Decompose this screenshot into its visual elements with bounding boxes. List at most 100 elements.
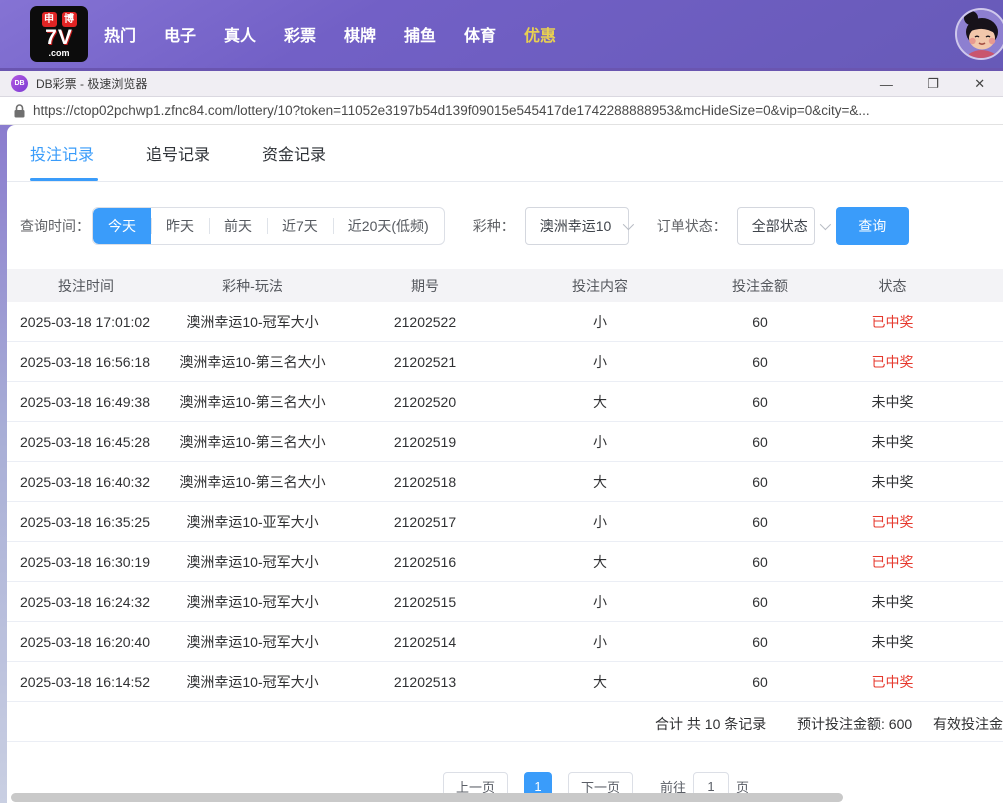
header-issue: 期号 xyxy=(411,277,439,294)
tab-chase-records[interactable]: 追号记录 xyxy=(146,141,210,165)
cell-game-play: 澳洲幸运10-冠军大小 xyxy=(186,673,319,690)
time-filter-label: 查询时间： xyxy=(20,218,90,234)
table-row: 2025-03-18 16:14:52 澳洲幸运10-冠军大小 21202513… xyxy=(7,662,1003,702)
bet-records-table: 投注时间 彩种-玩法 期号 投注内容 投注金额 状态 2025-03-18 17… xyxy=(7,269,1003,742)
nav-item-lottery[interactable]: 彩票 xyxy=(284,22,316,46)
cell-bet-content: 小 xyxy=(593,593,607,610)
summary-valid-amount: 有效投注金 xyxy=(933,716,1003,732)
cell-status: 未中奖 xyxy=(871,593,914,610)
table-row: 2025-03-18 16:30:19 澳洲幸运10-冠军大小 21202516… xyxy=(7,542,1003,582)
nav-item-fishing[interactable]: 捕鱼 xyxy=(404,22,436,46)
cell-game-play: 澳洲幸运10-第三名大小 xyxy=(179,473,326,490)
close-button[interactable]: ✕ xyxy=(965,76,995,92)
maximize-button[interactable]: ❐ xyxy=(918,76,948,92)
tab-bet-records[interactable]: 投注记录 xyxy=(30,141,94,165)
cell-game-play: 澳洲幸运10-第三名大小 xyxy=(179,353,326,370)
logo-suffix-text: .com xyxy=(48,48,70,58)
cell-bet-amount: 60 xyxy=(752,393,768,410)
cell-status: 未中奖 xyxy=(871,433,914,450)
nav-item-hot[interactable]: 热门 xyxy=(104,22,136,46)
status-select[interactable]: 全部状态 xyxy=(736,207,831,245)
cell-bet-content: 小 xyxy=(593,513,607,530)
cell-bet-content: 小 xyxy=(593,353,607,370)
table-row: 2025-03-18 16:24:32 澳洲幸运10-冠军大小 21202515… xyxy=(7,582,1003,622)
table-row: 2025-03-18 16:35:25 澳洲幸运10-亚军大小 21202517… xyxy=(7,502,1003,542)
cell-bet-amount: 60 xyxy=(752,593,768,610)
header-game-play: 彩种-玩法 xyxy=(222,277,283,294)
logo-badge-bo: 博 xyxy=(61,12,77,27)
cell-bet-time: 2025-03-18 17:01:02 xyxy=(20,313,150,330)
search-button[interactable]: 查询 xyxy=(835,207,909,245)
time-option-today[interactable]: 今天 xyxy=(93,208,151,244)
cell-status: 未中奖 xyxy=(871,473,914,490)
cell-bet-time: 2025-03-18 16:56:18 xyxy=(20,353,150,370)
header-bet-content: 投注内容 xyxy=(572,277,628,294)
avatar-illustration xyxy=(957,10,1003,58)
cell-bet-time: 2025-03-18 16:30:19 xyxy=(20,553,150,570)
logo-badges: 申 博 xyxy=(41,12,77,27)
active-tab-underline xyxy=(30,178,98,181)
nav-item-promo[interactable]: 优惠 xyxy=(524,22,556,46)
cell-bet-amount: 60 xyxy=(752,353,768,370)
cell-bet-time: 2025-03-18 16:40:32 xyxy=(20,473,150,490)
cell-status: 已中奖 xyxy=(871,313,914,330)
cell-game-play: 澳洲幸运10-冠军大小 xyxy=(186,313,319,330)
chevron-down-icon xyxy=(623,218,635,231)
header-status: 状态 xyxy=(878,277,907,294)
url-text[interactable]: https://ctop02pchwp1.zfnc84.com/lottery/… xyxy=(33,103,870,118)
cell-bet-time: 2025-03-18 16:45:28 xyxy=(20,433,150,450)
url-bar[interactable]: https://ctop02pchwp1.zfnc84.com/lottery/… xyxy=(0,97,1003,125)
cell-status: 已中奖 xyxy=(871,553,914,570)
header-bet-amount: 投注金额 xyxy=(732,277,788,294)
cell-status: 未中奖 xyxy=(871,633,914,650)
lottery-select[interactable]: 澳洲幸运10 xyxy=(524,207,635,245)
summary-expected-amount: 预计投注金额: 600 xyxy=(797,716,913,732)
cell-issue: 21202515 xyxy=(393,593,457,610)
favicon-db-icon: DB xyxy=(11,75,28,92)
cell-bet-time: 2025-03-18 16:20:40 xyxy=(20,633,150,650)
tab-fund-records[interactable]: 资金记录 xyxy=(262,141,326,165)
chevron-down-icon xyxy=(819,218,831,231)
records-panel: 投注记录 追号记录 资金记录 查询时间： 今天 昨天 前天 近7天 近20天(低… xyxy=(7,125,1003,803)
table-row: 2025-03-18 16:45:28 澳洲幸运10-第三名大小 2120251… xyxy=(7,422,1003,462)
horizontal-scrollbar[interactable] xyxy=(11,793,843,802)
nav-item-sports[interactable]: 体育 xyxy=(464,22,496,46)
cell-game-play: 澳洲幸运10-冠军大小 xyxy=(186,553,319,570)
cell-bet-amount: 60 xyxy=(752,433,768,450)
cell-status: 已中奖 xyxy=(871,673,914,690)
cell-bet-time: 2025-03-18 16:14:52 xyxy=(20,673,150,690)
cell-game-play: 澳洲幸运10-冠军大小 xyxy=(186,633,319,650)
cell-game-play: 澳洲幸运10-冠军大小 xyxy=(186,593,319,610)
time-option-7days[interactable]: 近7天 xyxy=(267,208,333,244)
user-avatar[interactable] xyxy=(955,8,1003,60)
record-tabs: 投注记录 追号记录 资金记录 xyxy=(7,125,1003,182)
site-nav-items: 热门 电子 真人 彩票 棋牌 捕鱼 体育 优惠 xyxy=(104,22,556,46)
nav-item-live[interactable]: 真人 xyxy=(224,22,256,46)
time-option-yesterday[interactable]: 昨天 xyxy=(151,208,209,244)
window-controls: — ❐ ✕ xyxy=(863,71,1003,97)
cell-bet-content: 大 xyxy=(593,553,607,570)
nav-item-electronic[interactable]: 电子 xyxy=(164,22,196,46)
cell-bet-amount: 60 xyxy=(752,473,768,490)
cell-issue: 21202517 xyxy=(393,513,457,530)
cell-game-play: 澳洲幸运10-亚军大小 xyxy=(186,513,319,530)
cell-bet-content: 大 xyxy=(593,473,607,490)
page-background: 投注记录 追号记录 资金记录 查询时间： 今天 昨天 前天 近7天 近20天(低… xyxy=(0,125,1003,803)
minimize-button[interactable]: — xyxy=(871,77,901,92)
cell-status: 已中奖 xyxy=(871,353,914,370)
site-logo[interactable]: 申 博 7V .com xyxy=(30,6,88,62)
time-option-20days[interactable]: 近20天(低频) xyxy=(332,208,444,244)
cell-bet-content: 小 xyxy=(593,313,607,330)
cell-bet-content: 大 xyxy=(593,673,607,690)
cell-bet-time: 2025-03-18 16:24:32 xyxy=(20,593,150,610)
cell-bet-amount: 60 xyxy=(752,313,768,330)
cell-bet-amount: 60 xyxy=(752,673,768,690)
table-row: 2025-03-18 17:01:02 澳洲幸运10-冠军大小 21202522… xyxy=(7,302,1003,342)
cell-bet-amount: 60 xyxy=(752,513,768,530)
table-row: 2025-03-18 16:49:38 澳洲幸运10-第三名大小 2120252… xyxy=(7,382,1003,422)
cell-issue: 21202518 xyxy=(393,473,457,490)
cell-issue: 21202522 xyxy=(393,313,457,330)
nav-item-board[interactable]: 棋牌 xyxy=(344,22,376,46)
time-option-day-before[interactable]: 前天 xyxy=(209,208,267,244)
cell-game-play: 澳洲幸运10-第三名大小 xyxy=(179,393,326,410)
